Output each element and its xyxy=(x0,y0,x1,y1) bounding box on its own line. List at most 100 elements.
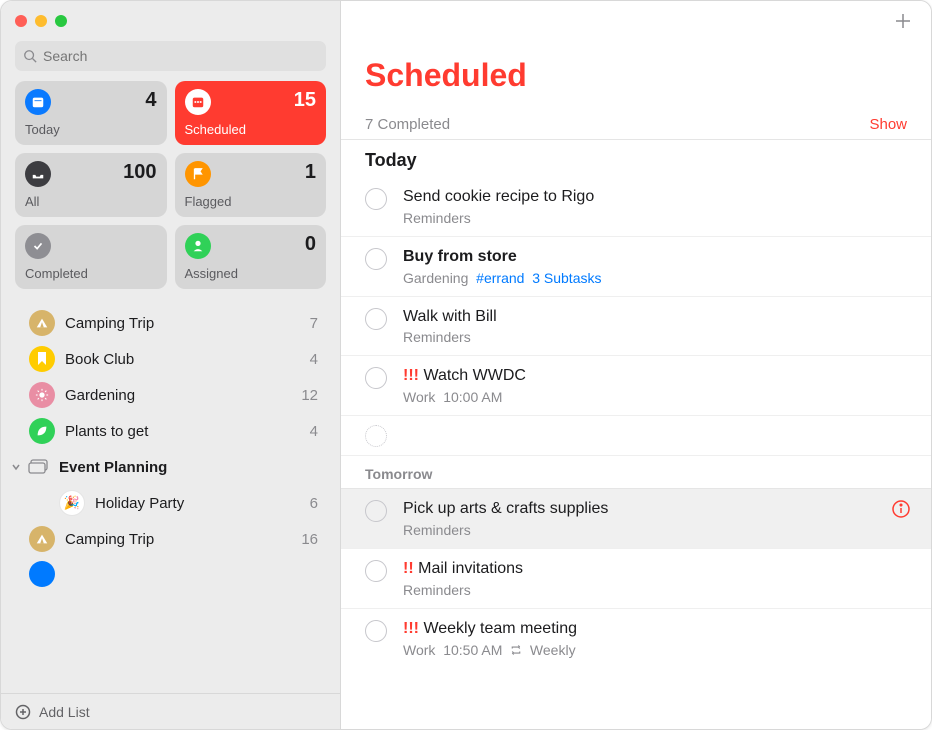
window-close-button[interactable] xyxy=(15,15,27,27)
completion-circle[interactable] xyxy=(365,308,387,330)
task-meta: Reminders xyxy=(403,522,881,538)
completion-circle[interactable] xyxy=(365,188,387,210)
task-title: !! Mail invitations xyxy=(403,559,911,580)
info-button[interactable] xyxy=(891,499,911,522)
list-label: Holiday Party xyxy=(95,495,310,512)
task-meta: Reminders xyxy=(403,210,911,226)
page-header: Scheduled xyxy=(341,41,931,102)
task-subtasks-link[interactable]: 3 Subtasks xyxy=(532,270,601,286)
list-plants-to-get[interactable]: Plants to get 4 xyxy=(1,413,340,449)
smart-list-today[interactable]: 4 Today xyxy=(15,81,167,145)
calendar-today-icon xyxy=(25,89,51,115)
list-label: Plants to get xyxy=(65,423,310,440)
plus-circle-icon xyxy=(15,704,31,720)
section-header-tomorrow: Tomorrow xyxy=(341,456,931,489)
page-title: Scheduled xyxy=(365,57,907,94)
add-list-button[interactable]: Add List xyxy=(1,693,340,729)
app-window: 4 Today 15 Scheduled xyxy=(0,0,932,730)
window-minimize-button[interactable] xyxy=(35,15,47,27)
smart-list-scheduled-label: Scheduled xyxy=(185,122,317,137)
my-lists: Camping Trip 7 Book Club 4 Gardening 12 xyxy=(1,301,340,693)
completion-circle[interactable] xyxy=(365,500,387,522)
search-container xyxy=(1,41,340,81)
smart-list-scheduled[interactable]: 15 Scheduled xyxy=(175,81,327,145)
flag-icon xyxy=(185,161,211,187)
task-tag[interactable]: #errand xyxy=(476,270,524,286)
search-icon xyxy=(23,49,37,63)
list-holiday-party[interactable]: 🎉 Holiday Party 6 xyxy=(1,485,340,521)
chevron-down-icon xyxy=(9,459,23,476)
list-book-club[interactable]: Book Club 4 xyxy=(1,341,340,377)
add-list-label: Add List xyxy=(39,704,90,720)
list-count: 12 xyxy=(301,387,318,404)
smart-list-all-label: All xyxy=(25,194,157,209)
task-title: Send cookie recipe to Rigo xyxy=(403,187,911,208)
completion-circle[interactable] xyxy=(365,620,387,642)
person-icon xyxy=(185,233,211,259)
group-label: Event Planning xyxy=(59,459,318,476)
priority-indicator: !!! xyxy=(403,620,419,637)
task-meta: Work 10:50 AM Weekly xyxy=(403,642,911,658)
list-count: 6 xyxy=(310,495,318,512)
bookmark-icon xyxy=(29,346,55,372)
list-camping-trip-2[interactable]: Camping Trip 16 xyxy=(1,521,340,557)
list-count: 4 xyxy=(310,351,318,368)
task-meta: Work 10:00 AM xyxy=(403,389,911,405)
smart-list-assigned-label: Assigned xyxy=(185,266,317,281)
list-gardening[interactable]: Gardening 12 xyxy=(1,377,340,413)
section-header-today: Today xyxy=(341,140,931,177)
new-task-placeholder[interactable] xyxy=(341,416,931,456)
toolbar xyxy=(341,1,931,41)
leaf-icon xyxy=(29,418,55,444)
tent-icon xyxy=(29,310,55,336)
smart-list-flagged-label: Flagged xyxy=(185,194,317,209)
sun-icon xyxy=(29,382,55,408)
task-row[interactable]: Pick up arts & crafts supplies Reminders xyxy=(341,489,931,549)
search-input[interactable] xyxy=(43,48,318,64)
task-title: !!! Weekly team meeting xyxy=(403,619,911,640)
list-label: Camping Trip xyxy=(65,531,301,548)
tent-icon xyxy=(29,526,55,552)
completion-circle[interactable] xyxy=(365,367,387,389)
task-row[interactable]: Send cookie recipe to Rigo Reminders xyxy=(341,177,931,237)
task-title: Pick up arts & crafts supplies xyxy=(403,499,881,520)
task-meta: Gardening #errand 3 Subtasks xyxy=(403,270,911,286)
search-field[interactable] xyxy=(15,41,326,71)
task-meta: Reminders xyxy=(403,582,911,598)
checkmark-icon xyxy=(25,233,51,259)
smart-lists-grid: 4 Today 15 Scheduled xyxy=(1,81,340,301)
task-row[interactable]: !!! Watch WWDC Work 10:00 AM xyxy=(341,356,931,416)
list-count: 16 xyxy=(301,531,318,548)
task-title: Buy from store xyxy=(403,247,911,268)
smart-list-completed[interactable]: Completed xyxy=(15,225,167,289)
completion-circle[interactable] xyxy=(365,560,387,582)
task-row[interactable]: !! Mail invitations Reminders xyxy=(341,549,931,609)
smart-list-flagged[interactable]: 1 Flagged xyxy=(175,153,327,217)
task-row[interactable]: Buy from store Gardening #errand 3 Subta… xyxy=(341,237,931,297)
smart-list-flagged-count: 1 xyxy=(305,161,316,184)
partial-list-icon xyxy=(29,561,55,587)
group-event-planning[interactable]: Event Planning xyxy=(1,449,340,485)
smart-list-assigned-count: 0 xyxy=(305,233,316,256)
main-pane: Scheduled 7 Completed Show Today Send co… xyxy=(341,1,931,729)
completion-circle[interactable] xyxy=(365,248,387,270)
completed-count-label: 7 Completed xyxy=(365,116,450,133)
task-row[interactable]: !!! Weekly team meeting Work 10:50 AM We… xyxy=(341,609,931,668)
list-label: Camping Trip xyxy=(65,315,310,332)
task-row[interactable]: Walk with Bill Reminders xyxy=(341,297,931,357)
add-task-circle[interactable] xyxy=(365,425,387,447)
tray-icon xyxy=(25,161,51,187)
show-completed-button[interactable]: Show xyxy=(869,116,907,133)
smart-list-scheduled-count: 15 xyxy=(294,89,316,112)
smart-list-all[interactable]: 100 All xyxy=(15,153,167,217)
list-count: 7 xyxy=(310,315,318,332)
add-reminder-button[interactable] xyxy=(893,11,913,31)
smart-list-all-count: 100 xyxy=(123,161,156,184)
smart-list-today-label: Today xyxy=(25,122,157,137)
list-camping-trip[interactable]: Camping Trip 7 xyxy=(1,305,340,341)
task-meta: Reminders xyxy=(403,329,911,345)
titlebar xyxy=(1,1,340,41)
list-count: 4 xyxy=(310,423,318,440)
smart-list-assigned[interactable]: 0 Assigned xyxy=(175,225,327,289)
window-maximize-button[interactable] xyxy=(55,15,67,27)
